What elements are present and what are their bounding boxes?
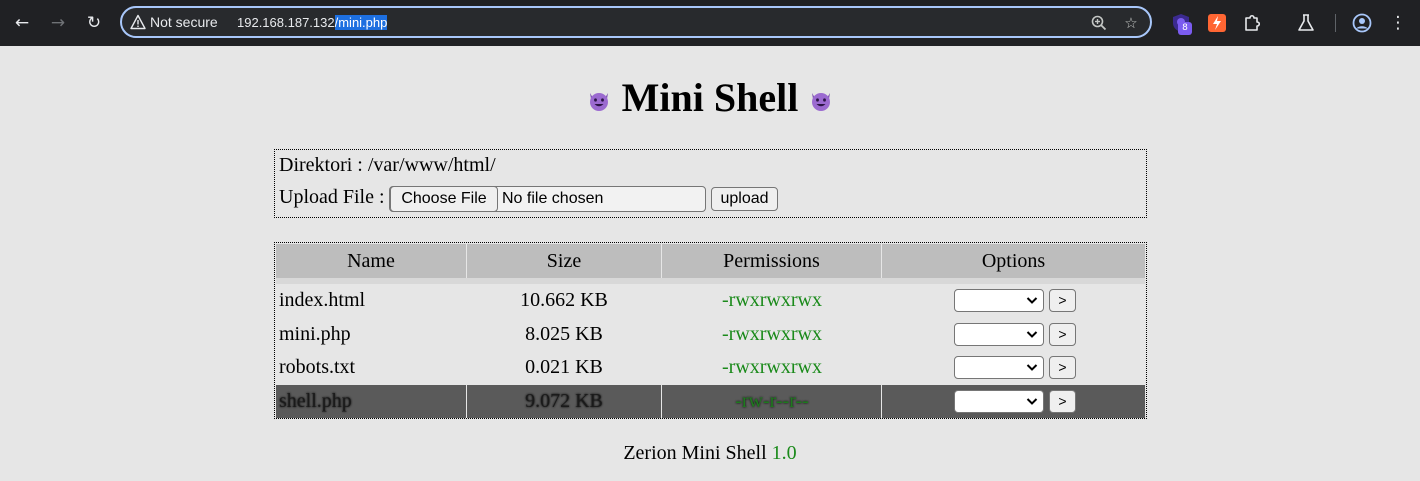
- address-bar[interactable]: Not secure 192.168.187.132/mini.php ☆: [120, 6, 1152, 38]
- file-name: mini.php: [279, 323, 351, 345]
- table-row: robots.txt 0.021 KB -rwxrwxrwx >: [276, 351, 1145, 384]
- row-divider: [881, 385, 882, 418]
- labs-flask-icon[interactable]: [1295, 12, 1317, 34]
- file-table: Name Size Permissions Options index.html…: [274, 242, 1147, 419]
- page-title: Mini Shell: [0, 74, 1420, 121]
- choose-file-button[interactable]: Choose File: [390, 186, 498, 212]
- title-text: Mini Shell: [621, 75, 799, 120]
- header-name: Name: [347, 250, 395, 272]
- profile-avatar-icon[interactable]: [1351, 12, 1373, 34]
- header-permissions: Permissions: [723, 250, 820, 272]
- zoom-icon[interactable]: [1090, 14, 1108, 32]
- table-header: Name Size Permissions Options: [276, 244, 1145, 278]
- reload-icon[interactable]: ↻: [82, 11, 106, 35]
- file-size: 9.072 KB: [525, 390, 603, 412]
- toolbar-separator: [1335, 14, 1336, 32]
- url-path: /mini.php: [334, 15, 388, 30]
- menu-kebab-icon[interactable]: ⋮: [1386, 11, 1410, 35]
- smiling-devil-icon: [589, 93, 608, 111]
- options-go-button[interactable]: >: [1049, 390, 1076, 413]
- url-text[interactable]: 192.168.187.132/mini.php: [237, 14, 388, 31]
- options-go-button[interactable]: >: [1049, 356, 1076, 379]
- file-size: 0.021 KB: [525, 356, 603, 378]
- bookmark-star-icon[interactable]: ☆: [1122, 14, 1140, 32]
- extension-badge: 8: [1178, 22, 1192, 35]
- header-size: Size: [546, 250, 582, 272]
- options-select[interactable]: [954, 289, 1044, 312]
- file-name: shell.php: [279, 390, 352, 412]
- upload-button[interactable]: upload: [711, 187, 778, 211]
- options-select[interactable]: [954, 323, 1044, 346]
- info-panel: Direktori : /var/www/html/ Upload File :…: [274, 149, 1147, 218]
- directory-line: Direktori : /var/www/html/: [279, 154, 496, 176]
- no-file-chosen-text: No file chosen: [502, 190, 604, 207]
- extensions-puzzle-icon[interactable]: [1241, 12, 1263, 34]
- footer-text: Zerion Mini Shell: [623, 442, 767, 464]
- file-input[interactable]: Choose File No file chosen: [389, 186, 706, 212]
- file-size: 10.662 KB: [520, 289, 608, 311]
- file-name: robots.txt: [279, 356, 356, 378]
- table-row: index.html 10.662 KB -rwxrwxrwx >: [276, 284, 1145, 317]
- security-label[interactable]: Not secure: [150, 13, 218, 31]
- chevron-down-icon: [1026, 297, 1038, 304]
- file-permissions: -rw-r--r--: [735, 390, 809, 412]
- file-permissions: -rwxrwxrwx: [722, 289, 822, 311]
- chevron-down-icon: [1026, 398, 1038, 405]
- row-divider: [661, 385, 662, 418]
- back-icon[interactable]: ←: [10, 11, 34, 35]
- smiling-devil-icon: [812, 93, 831, 111]
- burp-extension-icon[interactable]: [1206, 12, 1228, 34]
- options-select[interactable]: [954, 356, 1044, 379]
- table-row: mini.php 8.025 KB -rwxrwxrwx >: [276, 318, 1145, 351]
- url-host: 192.168.187.132: [237, 15, 335, 30]
- header-options: Options: [981, 250, 1046, 272]
- file-permissions: -rwxrwxrwx: [722, 356, 822, 378]
- options-go-button[interactable]: >: [1049, 289, 1076, 312]
- file-size: 8.025 KB: [525, 323, 603, 345]
- chevron-down-icon: [1026, 364, 1038, 371]
- footer-version: 1.0: [771, 442, 797, 464]
- table-row-highlighted: shell.php 9.072 KB -rw-r--r-- >: [276, 385, 1145, 418]
- footer: Zerion Mini Shell 1.0: [0, 442, 1420, 465]
- options-select[interactable]: [954, 390, 1044, 413]
- forward-icon[interactable]: →: [46, 11, 70, 35]
- browser-toolbar: ← → ↻ Not secure 192.168.187.132/mini.ph…: [0, 0, 1420, 46]
- file-permissions: -rwxrwxrwx: [722, 323, 822, 345]
- upload-label: Upload File :: [279, 186, 385, 208]
- file-name: index.html: [279, 289, 366, 311]
- warning-icon: [130, 14, 146, 30]
- chevron-down-icon: [1026, 331, 1038, 338]
- options-go-button[interactable]: >: [1049, 323, 1076, 346]
